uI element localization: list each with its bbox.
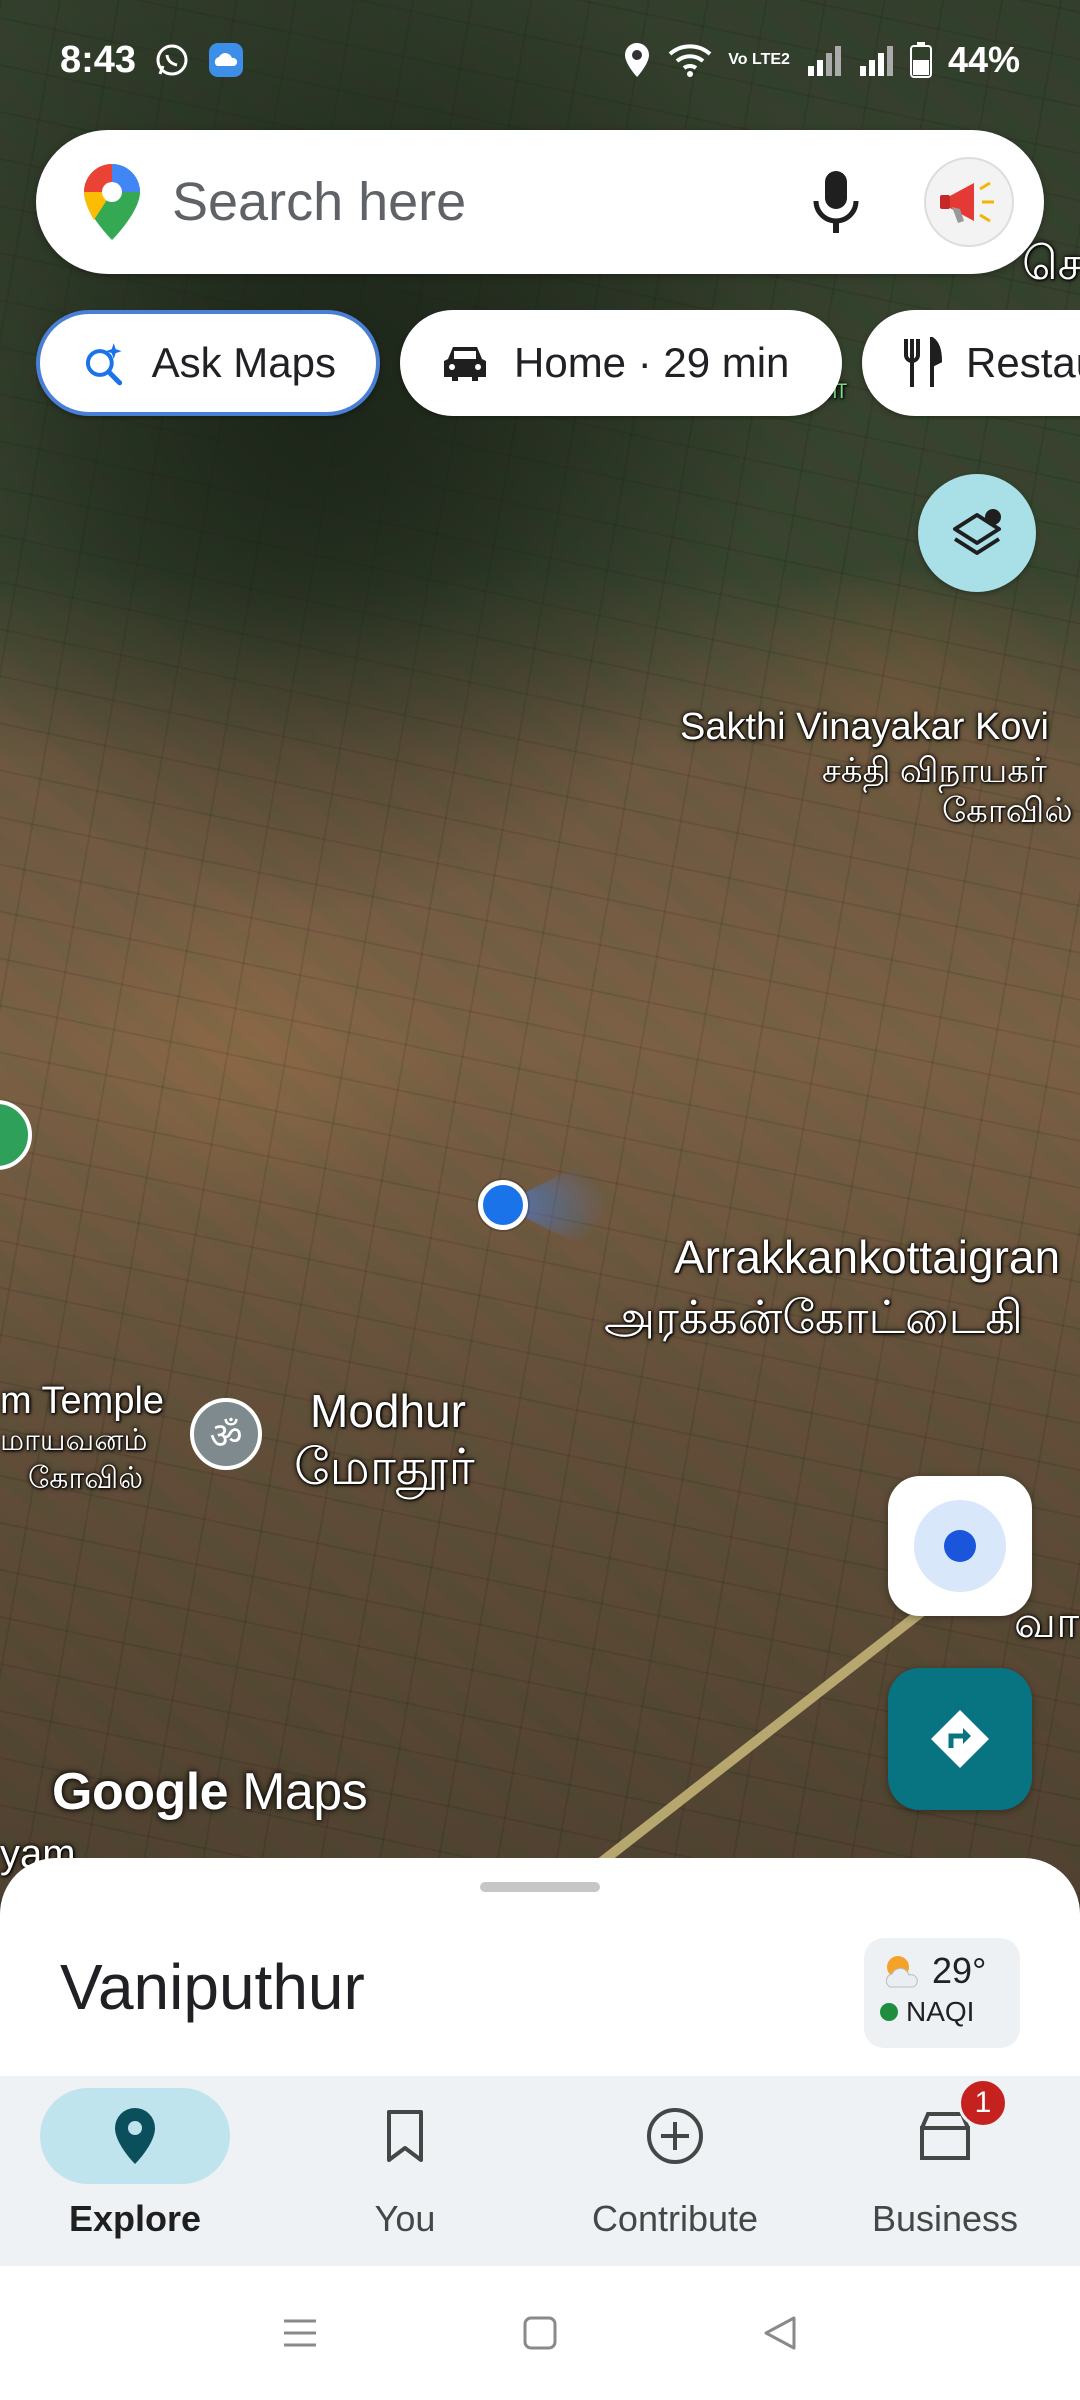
status-time: 8:43 bbox=[60, 38, 137, 81]
current-location-dot bbox=[478, 1180, 528, 1230]
bookmark-icon bbox=[387, 2110, 423, 2162]
my-location-icon bbox=[914, 1500, 1006, 1592]
map-label-va: வா bbox=[1014, 1598, 1080, 1647]
nav-business[interactable]: 1 Business bbox=[810, 2076, 1080, 2266]
nav-business-label: Business bbox=[871, 2198, 1019, 2239]
search-bar[interactable]: Search here bbox=[36, 130, 1044, 274]
map-label-temple-tamil-2: கோவில் bbox=[28, 1462, 144, 1495]
home-commute-label: Home · 29 min bbox=[514, 339, 790, 386]
quick-chips: Ask Maps Home · 29 min Restau bbox=[36, 310, 1080, 420]
explore-pin-icon bbox=[115, 2108, 155, 2164]
volte-indicator: Vo LTE2 bbox=[728, 51, 790, 68]
map-label-temple[interactable]: m Temple bbox=[0, 1380, 164, 1423]
map-label-sakthi-tamil-2: கோவில் bbox=[942, 792, 1073, 830]
google-maps-pin-icon bbox=[84, 164, 140, 240]
temple-pin-icon[interactable]: ॐ bbox=[190, 1398, 262, 1470]
my-location-button[interactable] bbox=[888, 1476, 1032, 1616]
fork-knife-icon bbox=[904, 337, 942, 387]
om-symbol: ॐ bbox=[209, 1415, 243, 1457]
cloud-app-icon bbox=[208, 42, 244, 78]
place-name: Vaniputhur bbox=[60, 1951, 365, 2023]
back-icon[interactable] bbox=[760, 2313, 800, 2353]
directions-icon bbox=[931, 1710, 989, 1768]
watermark-google: Google bbox=[52, 1763, 229, 1821]
profile-avatar[interactable] bbox=[924, 157, 1014, 247]
home-icon[interactable] bbox=[520, 2313, 560, 2353]
layers-button[interactable] bbox=[918, 474, 1036, 592]
google-maps-watermark: Google Maps bbox=[52, 1762, 368, 1822]
microphone-icon[interactable] bbox=[806, 167, 866, 237]
nav-explore-label: Explore bbox=[68, 2198, 202, 2239]
whatsapp-icon bbox=[154, 42, 190, 78]
map-label-modhur[interactable]: Modhur bbox=[310, 1384, 466, 1438]
home-commute-chip[interactable]: Home · 29 min bbox=[400, 310, 842, 416]
map-label-arrakkankottai-tamil: அரக்கன்கோட்டைகி bbox=[604, 1291, 1023, 1343]
megaphone-icon bbox=[940, 181, 994, 223]
add-circle-icon bbox=[647, 2108, 703, 2164]
restaurants-label: Restau bbox=[966, 339, 1080, 386]
location-icon bbox=[622, 41, 652, 79]
map-label-arrakkankottai[interactable]: Arrakkankottaigran bbox=[674, 1230, 1060, 1284]
nav-you-label: You bbox=[374, 2198, 436, 2239]
map-label-sakthi-vinayakar[interactable]: Sakthi Vinayakar Kovi bbox=[680, 706, 1049, 749]
map-label-modhur-tamil: மோதூர் bbox=[294, 1439, 475, 1495]
signal-2-icon bbox=[858, 44, 894, 76]
aqi-status-dot bbox=[880, 2003, 898, 2021]
wifi-icon bbox=[668, 42, 712, 78]
layers-icon bbox=[953, 509, 1001, 555]
battery-percent: 44% bbox=[947, 39, 1020, 80]
ask-maps-label: Ask Maps bbox=[151, 339, 336, 386]
search-input[interactable]: Search here bbox=[172, 171, 806, 233]
nav-contribute[interactable]: Contribute bbox=[540, 2076, 810, 2266]
sheet-drag-handle[interactable] bbox=[480, 1882, 600, 1892]
directions-button[interactable] bbox=[888, 1668, 1032, 1810]
bottom-sheet[interactable]: Vaniputhur 29° NAQI bbox=[0, 1858, 1080, 2076]
map-label-sakthi-tamil-1: சக்தி விநாயகர் bbox=[822, 752, 1047, 790]
aqi-label: NAQI bbox=[906, 1996, 975, 2027]
partly-cloudy-icon bbox=[885, 1956, 918, 1988]
my-location-dot bbox=[944, 1530, 976, 1562]
nav-contribute-label: Contribute bbox=[591, 2198, 759, 2239]
sparkle-search-icon bbox=[85, 343, 123, 386]
nav-explore[interactable]: Explore bbox=[0, 2076, 270, 2266]
ask-maps-chip[interactable]: Ask Maps bbox=[36, 310, 380, 416]
map-label-temple-tamil-1: மாயவனம் bbox=[0, 1424, 148, 1457]
status-bar: 8:43 Vo LTE2 44% bbox=[0, 0, 1080, 120]
system-navigation-bar bbox=[0, 2266, 1080, 2400]
recent-apps-icon[interactable] bbox=[280, 2313, 320, 2353]
bottom-navigation: Explore You Contribute 1 Business bbox=[0, 2076, 1080, 2266]
car-icon bbox=[444, 347, 486, 381]
watermark-maps: Maps bbox=[242, 1763, 368, 1821]
map-label-top-right: செ bbox=[1022, 237, 1080, 289]
signal-1-icon bbox=[806, 44, 842, 76]
temperature: 29° bbox=[932, 1950, 987, 1991]
battery-icon bbox=[909, 42, 932, 78]
nav-you[interactable]: You bbox=[270, 2076, 540, 2266]
weather-widget[interactable]: 29° NAQI bbox=[864, 1938, 1020, 2048]
business-notification-badge: 1 bbox=[958, 2078, 1008, 2128]
restaurants-chip[interactable]: Restau bbox=[862, 310, 1080, 416]
